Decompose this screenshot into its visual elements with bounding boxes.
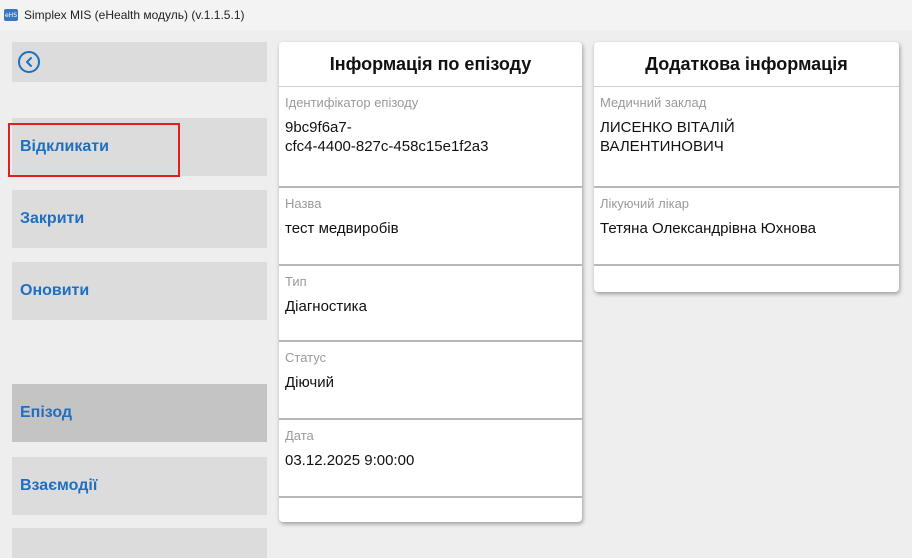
interactions-label: Взаємодії (20, 477, 98, 494)
clinic-line-2: ВАЛЕНТИНОВИЧ (600, 138, 724, 155)
field-value: ЛИСЕНКО ВІТАЛІЙ ВАЛЕНТИНОВИЧ (600, 118, 893, 156)
episode-id-field: Ідентифікатор епізоду 9bc9f6a7- cfc4-440… (279, 87, 582, 188)
episode-id-line-1: 9bc9f6a7- (285, 119, 352, 136)
field-label: Ідентифікатор епізоду (285, 95, 419, 110)
refresh-button[interactable]: Оновити (12, 262, 267, 320)
field-label: Назва (285, 196, 322, 211)
refresh-label: Оновити (20, 282, 90, 299)
episode-name-field: Назва тест медвиробів (279, 188, 582, 266)
episode-type-field: Тип Діагностика (279, 266, 582, 342)
field-label: Медичний заклад (600, 95, 707, 110)
title-bar: eHS Simplex MIS (eHealth модуль) (v.1.1.… (0, 0, 912, 30)
field-value: Діючий (285, 374, 334, 391)
field-value: Діагностика (285, 298, 367, 315)
app-icon-text: eHS (4, 11, 17, 19)
episode-status-field: Статус Діючий (279, 342, 582, 420)
additional-card-title: Додаткова інформація (594, 42, 899, 87)
window-title: Simplex MIS (eHealth модуль) (v.1.1.5.1) (24, 8, 245, 22)
field-value: 9bc9f6a7- cfc4-4400-827c-458c15e1f2a3 (285, 118, 576, 156)
close-label: Закрити (20, 210, 85, 227)
clinic-line-1: ЛИСЕНКО ВІТАЛІЙ (600, 119, 735, 136)
episode-date-field: Дата 03.12.2025 9:00:00 (279, 420, 582, 498)
field-label: Тип (285, 274, 307, 289)
chevron-left-circle-icon (18, 51, 40, 73)
sidebar-item-more[interactable] (12, 528, 267, 558)
episode-label: Епізод (20, 404, 73, 421)
tab-interactions[interactable]: Взаємодії (12, 457, 267, 515)
episode-card-title: Інформація по епізоду (279, 42, 582, 87)
field-label: Статус (285, 350, 327, 365)
sidebar: Відкликати Закрити Оновити Епізод Взаємо… (12, 30, 267, 558)
close-episode-button[interactable]: Закрити (12, 190, 267, 248)
field-label: Лікуючий лікар (600, 196, 690, 211)
tab-episode[interactable]: Епізод (12, 384, 267, 442)
app-icon: eHS (4, 9, 18, 21)
field-value: Тетяна Олександрівна Юхнова (600, 220, 817, 237)
recall-highlight-frame (8, 123, 180, 177)
field-value: 03.12.2025 9:00:00 (285, 452, 415, 469)
episode-info-card: Інформація по епізоду Ідентифікатор епіз… (279, 42, 582, 522)
episode-id-line-2: cfc4-4400-827c-458c15e1f2a3 (285, 138, 489, 155)
clinic-field: Медичний заклад ЛИСЕНКО ВІТАЛІЙ ВАЛЕНТИН… (594, 87, 899, 188)
back-button[interactable] (12, 42, 267, 82)
doctor-field: Лікуючий лікар Тетяна Олександрівна Юхно… (594, 188, 899, 266)
field-label: Дата (285, 428, 314, 443)
field-value: тест медвиробів (285, 220, 399, 237)
additional-info-card: Додаткова інформація Медичний заклад ЛИС… (594, 42, 899, 292)
